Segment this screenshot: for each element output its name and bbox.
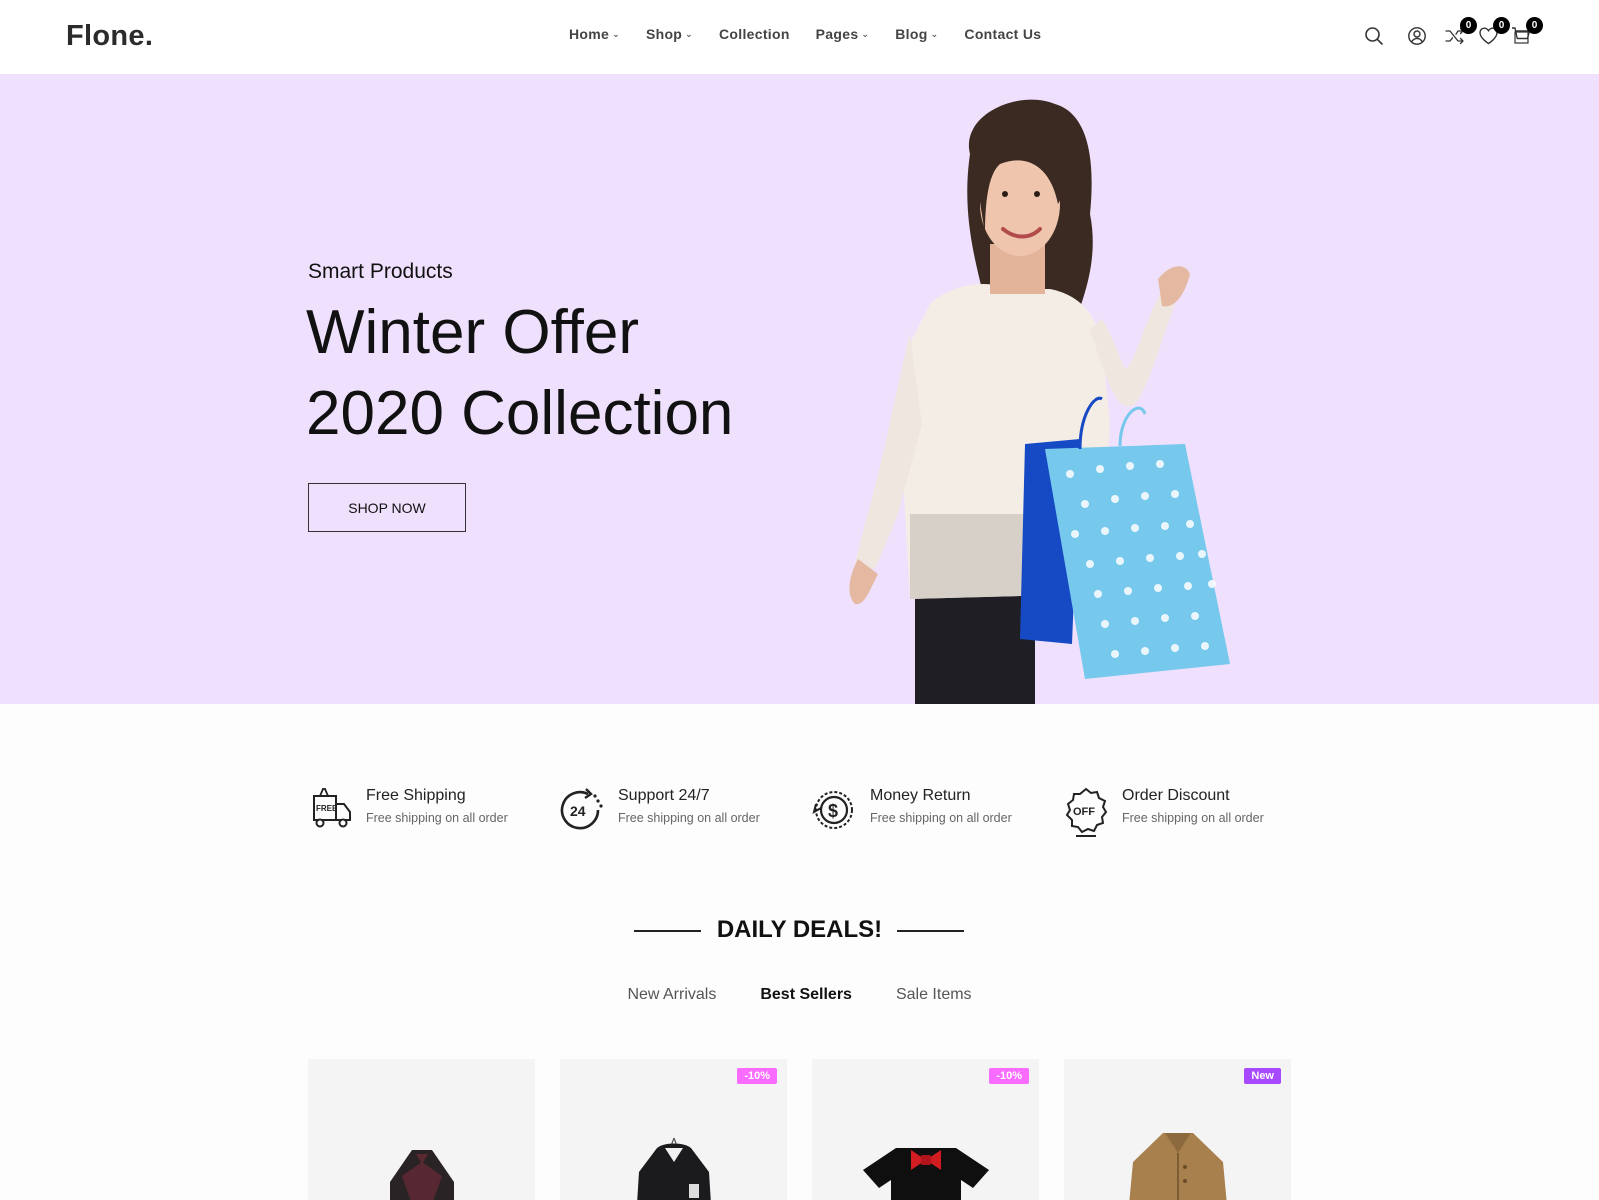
shop-now-button[interactable]: SHOP NOW <box>308 483 466 532</box>
nav-collection-label: Collection <box>719 26 790 42</box>
tab-sale-items[interactable]: Sale Items <box>896 986 972 1004</box>
feature-desc: Free shipping on all order <box>618 811 760 825</box>
cart-count-badge: 0 <box>1526 17 1543 34</box>
discount-badge: -10% <box>737 1068 777 1084</box>
nav-contact-label: Contact Us <box>964 26 1042 42</box>
nav-shop-label: Shop <box>645 26 683 42</box>
feature-title: Support 24/7 <box>618 787 710 804</box>
nav-blog-label: Blog <box>895 26 928 42</box>
feature-desc: Free shipping on all order <box>870 811 1012 825</box>
hero-subtitle: Smart Products <box>308 260 453 283</box>
compare-count-badge: 0 <box>1460 17 1477 34</box>
money-return-icon: $ <box>812 791 853 829</box>
product-image <box>1128 1133 1227 1200</box>
product-card[interactable]: -10% <box>812 1059 1039 1200</box>
order-discount-icon: OFF <box>1065 787 1108 837</box>
nav-home-label: Home <box>569 26 610 42</box>
hero-title-line-2: 2020 Collection <box>306 379 734 448</box>
nav-home[interactable]: Home ⌄ <box>569 26 620 42</box>
product-card[interactable]: -10% <box>560 1059 787 1200</box>
nav-pages[interactable]: Pages ⌄ <box>816 26 870 42</box>
feature-title: Money Return <box>870 787 971 804</box>
tab-best-sellers[interactable]: Best Sellers <box>760 986 852 1004</box>
new-badge: New <box>1244 1068 1281 1084</box>
hero-model-image <box>849 99 1230 704</box>
product-image <box>636 1137 711 1200</box>
hero-title-line-1: Winter Offer <box>306 298 640 367</box>
deals-tabs: New Arrivals Best Sellers Sale Items <box>0 986 1599 1004</box>
discount-badge: -10% <box>989 1068 1029 1084</box>
product-card[interactable]: New <box>1064 1059 1291 1200</box>
product-grid: -10% -10% New <box>308 1059 1292 1200</box>
nav-blog[interactable]: Blog ⌄ <box>895 26 938 42</box>
main-nav: Home ⌄ Shop ⌄ Collection Pages ⌄ Blog ⌄ Cont… <box>569 26 1067 42</box>
site-header: Flone. Home ⌄ Shop ⌄ Collection Pages ⌄ Blo… <box>0 0 1599 74</box>
features-row: FREE Free Shipping Free shipping on all … <box>308 786 1308 846</box>
nav-shop[interactable]: Shop ⌄ <box>646 26 693 42</box>
product-image <box>862 1148 989 1200</box>
svg-text:$: $ <box>828 801 838 821</box>
feature-desc: Free shipping on all order <box>1122 811 1264 825</box>
nav-pages-label: Pages <box>815 26 859 42</box>
wishlist-icon[interactable]: 0 <box>1478 17 1510 48</box>
svg-text:FREE: FREE <box>316 804 338 813</box>
nav-contact[interactable]: Contact Us <box>964 26 1041 42</box>
hero-title: Winter Offer 2020 Collection <box>306 292 733 454</box>
chevron-down-icon: ⌄ <box>685 28 693 39</box>
chevron-down-icon: ⌄ <box>861 28 870 39</box>
feature-support: 24 Support 24/7 Free shipping on all ord… <box>560 786 800 846</box>
user-icon[interactable] <box>1407 26 1429 48</box>
compare-icon[interactable]: 0 <box>1445 17 1477 48</box>
chevron-down-icon: ⌄ <box>612 28 620 39</box>
header-actions: 0 0 0 <box>1364 17 1544 54</box>
support-24-icon: 24 <box>560 788 603 830</box>
feature-title: Free Shipping <box>366 787 466 804</box>
svg-text:24: 24 <box>570 803 586 819</box>
cart-icon[interactable]: 0 <box>1511 17 1543 48</box>
chevron-down-icon: ⌄ <box>930 28 939 39</box>
product-image <box>389 1150 454 1200</box>
feature-money-return: $ Money Return Free shipping on all orde… <box>812 786 1052 846</box>
product-card[interactable] <box>308 1059 535 1200</box>
nav-collection[interactable]: Collection <box>719 26 790 42</box>
wishlist-count-badge: 0 <box>1493 17 1510 34</box>
deals-divider-right <box>897 930 964 932</box>
feature-order-discount: OFF Order Discount Free shipping on all … <box>1064 786 1304 846</box>
svg-text:OFF: OFF <box>1073 806 1095 818</box>
feature-desc: Free shipping on all order <box>366 811 508 825</box>
free-shipping-truck-icon: FREE <box>313 788 351 828</box>
tab-new-arrivals[interactable]: New Arrivals <box>627 986 716 1004</box>
hero-banner: Smart Products Winter Offer 2020 Collect… <box>0 74 1599 704</box>
search-icon[interactable] <box>1364 26 1386 48</box>
section-title: DAILY DEALS! <box>716 916 883 943</box>
logo[interactable]: Flone. <box>66 20 153 53</box>
feature-free-shipping: FREE Free Shipping Free shipping on all … <box>308 786 548 846</box>
feature-title: Order Discount <box>1122 787 1230 804</box>
